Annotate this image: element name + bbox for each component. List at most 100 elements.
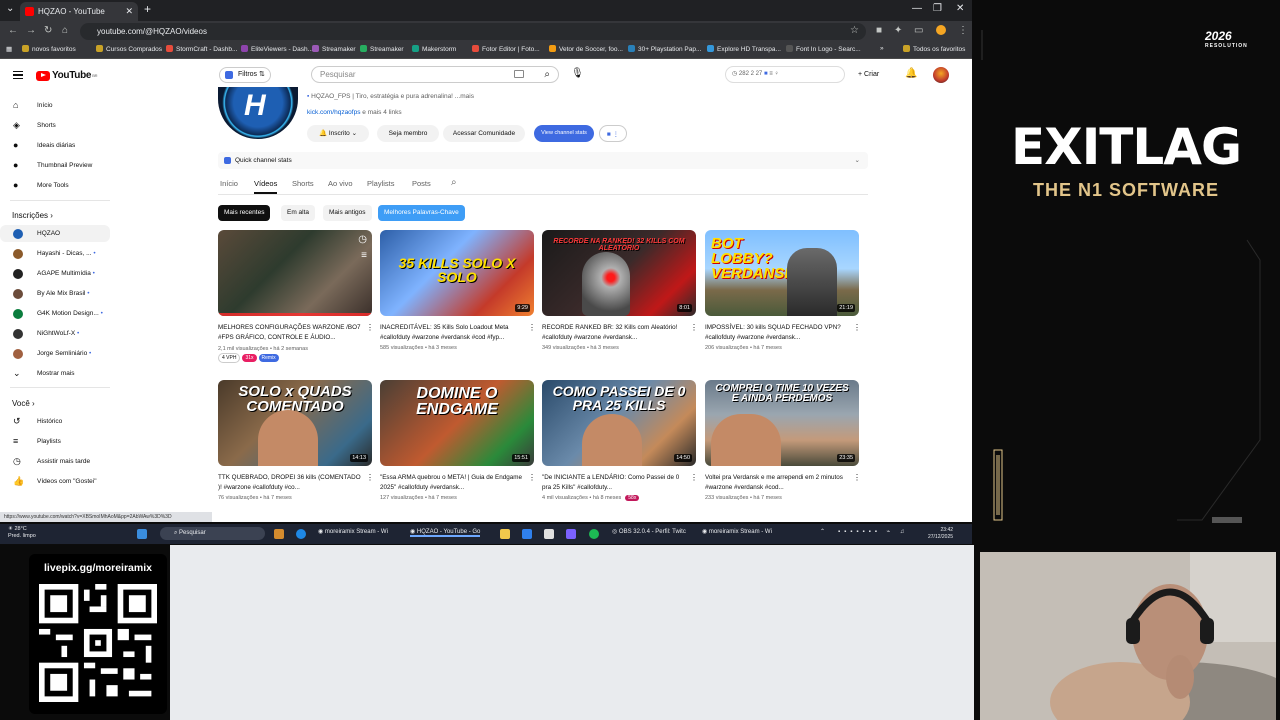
clock[interactable]: 23:42 27/12/2025: [928, 527, 953, 541]
bookmark-item[interactable]: Vetor de Soccer, foo...: [549, 45, 623, 53]
bookmark-item[interactable]: StormCraft - Dashb...: [166, 45, 237, 53]
sort-chip[interactable]: Melhores Palavras-Chave: [378, 205, 465, 221]
extension-options-button[interactable]: ■ ⋮: [599, 125, 627, 142]
video-card[interactable]: ◷ ≡ MELHORES CONFIGURAÇÕES WARZONE /BO7 #F…: [218, 230, 374, 370]
notifications-bell-icon[interactable]: 🔔: [905, 68, 917, 79]
subscription-item[interactable]: Hayashi - Dicas, ... •: [0, 245, 110, 262]
bookmark-item[interactable]: Explore HD Transpa...: [707, 45, 781, 53]
minimize-icon[interactable]: —: [912, 3, 922, 14]
menu-icon[interactable]: ⋮: [958, 25, 968, 36]
sidebar-item-more-tools[interactable]: ● More Tools: [0, 177, 110, 194]
search-icon[interactable]: ⌕: [544, 67, 550, 82]
bookmark-star-icon[interactable]: ☆: [850, 25, 859, 36]
sort-chip[interactable]: Mais antigos: [323, 205, 372, 221]
taskbar-search[interactable]: ⌕ Pesquisar: [160, 527, 265, 540]
keyboard-icon[interactable]: [514, 70, 524, 78]
taskbar-app-stream-1[interactable]: ◉ moreiramix Stream - Wi: [318, 528, 388, 535]
tab-search-icon[interactable]: ⌄: [6, 3, 14, 14]
video-title[interactable]: RECORDE RANKED BR: 32 Kills com Aleatóri…: [542, 323, 687, 342]
channel-tab[interactable]: Shorts: [292, 179, 314, 188]
taskbar-app-obs[interactable]: ◎ OBS 32.0.4 - Perfil: Twitc: [612, 528, 686, 535]
sidebar-item-ideais-di-rias[interactable]: ● Ideais diárias: [0, 137, 110, 154]
bookmark-item[interactable]: Font In Logo - Searc...: [786, 45, 861, 53]
apps-icon[interactable]: ▦: [6, 45, 12, 53]
sidebar-item-you[interactable]: ↺ Histórico: [0, 413, 110, 430]
tray-chevron-icon[interactable]: ⌃: [820, 528, 825, 535]
maximize-icon[interactable]: ❐: [933, 3, 942, 14]
new-tab-icon[interactable]: +: [144, 2, 151, 16]
sidebar-item-thumbnail-preview[interactable]: ● Thumbnail Preview: [0, 157, 110, 174]
video-menu-icon[interactable]: ⋮: [528, 323, 536, 332]
video-thumbnail[interactable]: DOMINE O ENDGAME 15:51: [380, 380, 534, 466]
subscription-item[interactable]: NiGhtWoLf-X •: [0, 325, 110, 342]
bookmark-item[interactable]: Makerstorm: [412, 45, 456, 53]
sidebar-item-in-cio[interactable]: ⌂ Início: [0, 97, 110, 114]
sidebar-item-you[interactable]: 👍 Vídeos com "Gostei": [0, 473, 110, 490]
video-card[interactable]: 35 KILLS SOLO X SOLO 9:29 INACREDITÁVEL: 3…: [380, 230, 536, 370]
edge-icon[interactable]: [296, 529, 306, 539]
windows-start-icon[interactable]: [137, 529, 147, 539]
sidebar-item-you[interactable]: ≡ Playlists: [0, 433, 110, 450]
watch-later-icon[interactable]: ◷: [358, 234, 367, 245]
calendar-icon[interactable]: [544, 529, 554, 539]
video-card[interactable]: DOMINE O ENDGAME 15:51 "Essa ARMA quebrou …: [380, 380, 536, 510]
video-card[interactable]: RECORDE NA RANKED! 32 KILLS COM ALEATÓRI…: [542, 230, 698, 370]
home-icon[interactable]: ⌂: [62, 25, 68, 36]
taskbar-app-youtube[interactable]: ◉ HQZAO - YouTube - Go: [410, 528, 481, 537]
close-tab-icon[interactable]: ✕: [125, 2, 133, 21]
video-menu-icon[interactable]: ⋮: [690, 473, 698, 482]
more-bookmarks-icon[interactable]: »: [880, 45, 884, 52]
channel-avatar[interactable]: H: [218, 87, 298, 139]
forward-icon[interactable]: →: [26, 25, 36, 36]
channel-description[interactable]: ▪ HQZAO_FPS | Tiro, estratégia e pura ad…: [307, 93, 474, 100]
channel-tab[interactable]: Ao vivo: [328, 179, 353, 188]
subscription-item[interactable]: Jorge Semliniário •: [0, 345, 110, 362]
search-input[interactable]: Pesquisar ⌕: [311, 66, 559, 83]
video-thumbnail[interactable]: SOLO x QUADS COMENTADO 14:13: [218, 380, 372, 466]
channel-links[interactable]: kick.com/hqzaofps e mais 4 links: [307, 109, 402, 116]
video-thumbnail[interactable]: RECORDE NA RANKED! 32 KILLS COM ALEATÓRI…: [542, 230, 696, 316]
sidebar-item-shorts[interactable]: ◈ Shorts: [0, 117, 110, 134]
split-icon[interactable]: ▭: [914, 25, 923, 36]
channel-stats-widget[interactable]: ◷ 282 2 27 ■ ≡ ♀: [725, 66, 845, 83]
video-thumbnail[interactable]: 35 KILLS SOLO X SOLO 9:29: [380, 230, 534, 316]
bookmark-item[interactable]: Streamaker: [360, 45, 404, 53]
subscribed-button[interactable]: 🔔 Inscrito ⌄: [307, 125, 369, 142]
video-menu-icon[interactable]: ⋮: [366, 323, 374, 332]
video-menu-icon[interactable]: ⋮: [366, 473, 374, 482]
reload-icon[interactable]: ↻: [44, 25, 52, 36]
user-avatar[interactable]: [933, 67, 949, 83]
sort-chip[interactable]: Mais recentes: [218, 205, 271, 221]
bookmark-item[interactable]: Streamaker: [312, 45, 356, 53]
subscription-item[interactable]: AGAPE Multimídia •: [0, 265, 110, 282]
video-menu-icon[interactable]: ⋮: [528, 473, 536, 482]
quick-stats-bar[interactable]: Quick channel stats ⌄: [218, 152, 868, 169]
subscription-item[interactable]: G4K Motion Design... •: [0, 305, 110, 322]
you-header[interactable]: Você ›: [12, 399, 35, 408]
video-thumbnail[interactable]: COMPREI O TIME 10 VEZES E AINDA PERDEMOS…: [705, 380, 859, 466]
bookmark-item[interactable]: EliteViewers - Dash...: [241, 45, 313, 53]
community-button[interactable]: Acessar Comunidade: [443, 125, 525, 142]
weather-widget[interactable]: ☀ 28°C Pred. limpo: [8, 526, 36, 540]
video-card[interactable]: SOLO x QUADS COMENTADO 14:13 TTK QUEBRADO,…: [218, 380, 374, 510]
outlook-icon[interactable]: [522, 529, 532, 539]
url-field[interactable]: youtube.com/@HQZAO/videos: [80, 23, 866, 40]
sort-chip[interactable]: Em alta: [281, 205, 316, 221]
video-title[interactable]: TTK QUEBRADO, DROPEI 36 kills (COMENTADO…: [218, 473, 363, 492]
bookmark-item[interactable]: Cursos Comprados: [96, 45, 162, 53]
video-title[interactable]: MELHORES CONFIGURAÇÕES WARZONE /BO7 #FPS…: [218, 323, 363, 342]
subscription-item[interactable]: ⌄ Mostrar mais: [0, 365, 110, 382]
video-thumbnail[interactable]: ◷ ≡: [218, 230, 372, 316]
bookmark-item[interactable]: Fotor Editor | Foto...: [472, 45, 540, 53]
subscription-item[interactable]: By Ale Mix Brasil •: [0, 285, 110, 302]
subscription-item[interactable]: HQZAO: [0, 225, 110, 242]
hamburger-menu-icon[interactable]: [13, 71, 23, 79]
browser-tab[interactable]: HQZAO - YouTube ✕: [20, 2, 138, 21]
profile-icon[interactable]: [936, 25, 946, 35]
create-button[interactable]: + Criar: [858, 66, 896, 83]
back-icon[interactable]: ←: [8, 25, 18, 36]
video-thumbnail[interactable]: COMO PASSEI DE 0 PRA 25 KILLS 14:50: [542, 380, 696, 466]
spotify-icon[interactable]: [589, 529, 599, 539]
video-title[interactable]: INACREDITÁVEL: 35 Kills Solo Loadout Met…: [380, 323, 525, 342]
video-card[interactable]: BOT LOBBY? VERDANSK 21:19 IMPOSSÍVEL: 30 k…: [705, 230, 861, 370]
